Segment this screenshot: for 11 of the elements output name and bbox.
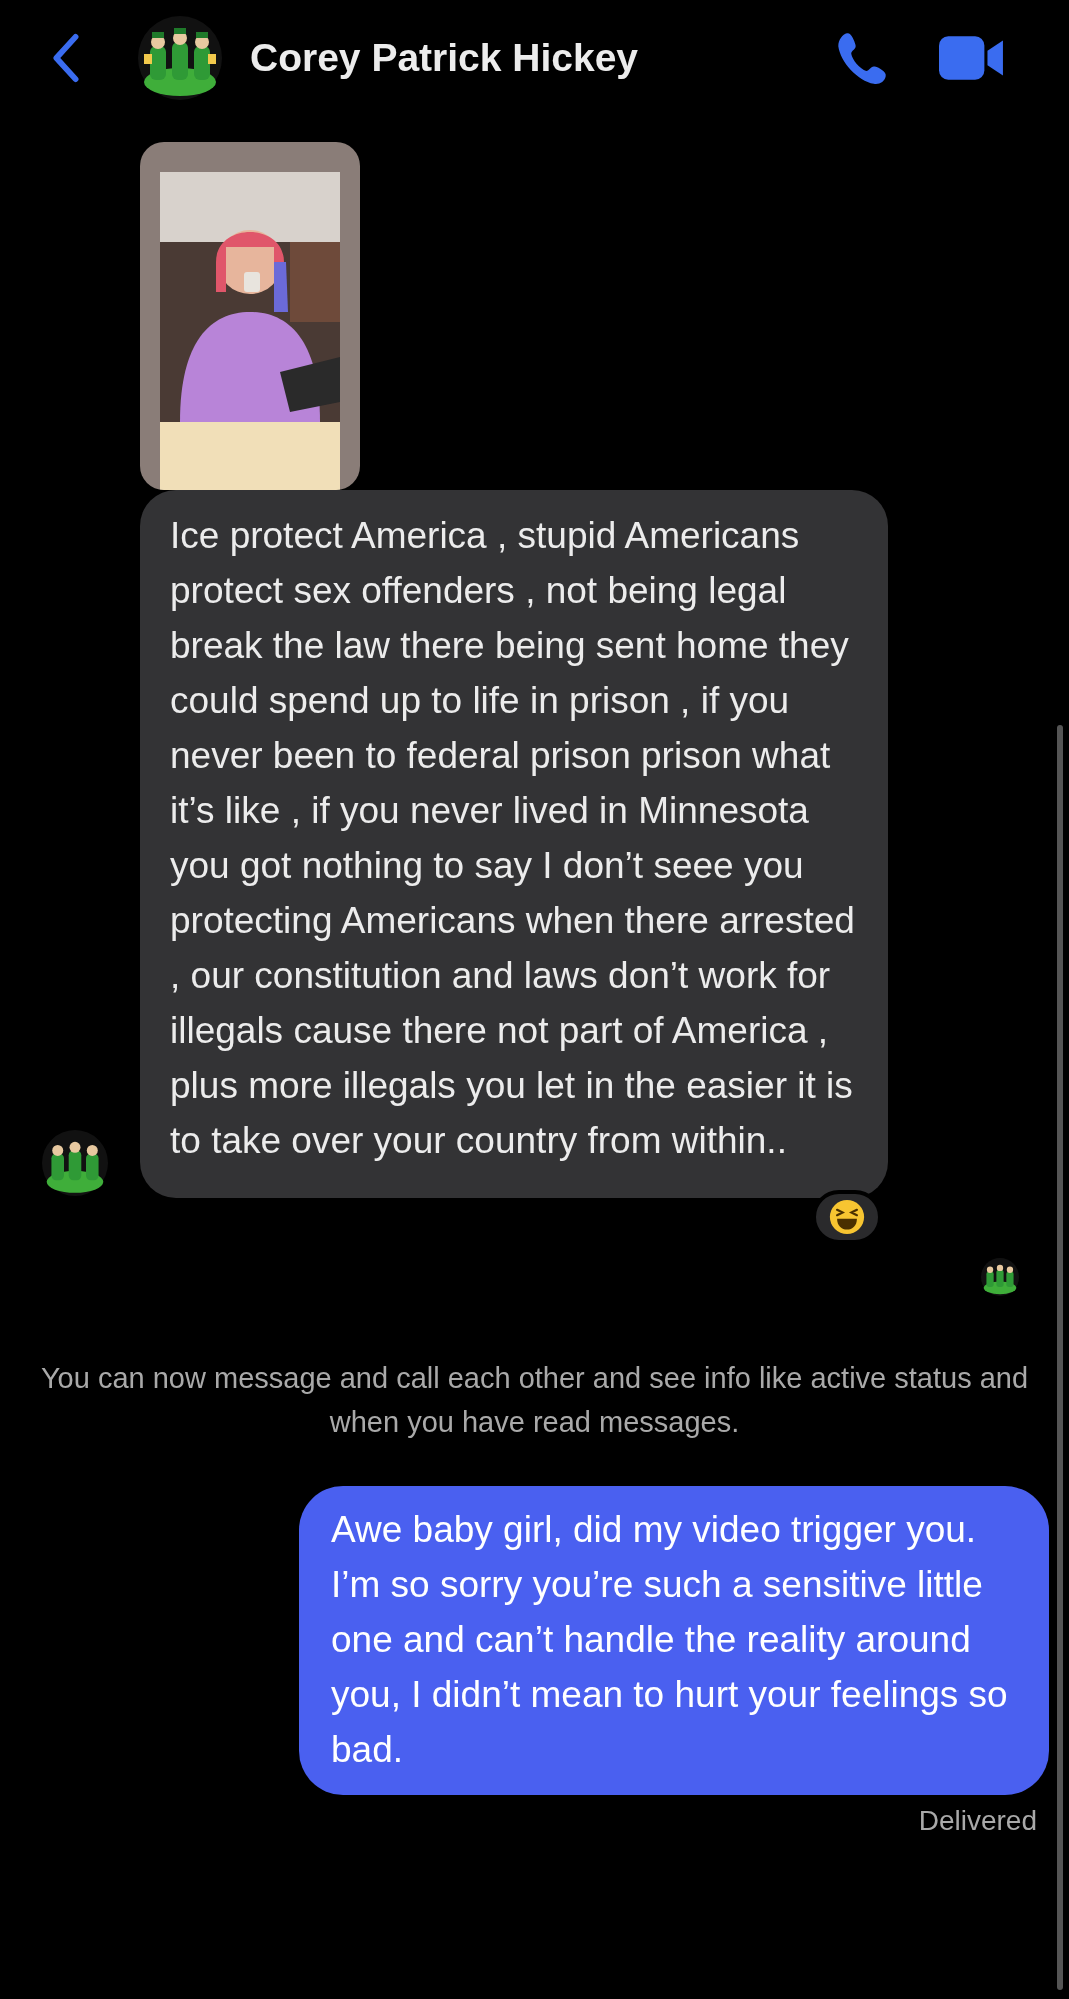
read-receipt-avatar <box>981 1258 1019 1296</box>
laughing-face-icon <box>829 1199 865 1235</box>
message-bubble[interactable]: Ice protect America , stupid Americans protect sex offenders , not being legal break the law there being sent home they could spend up to life in prison , if you never been to federal prison prison what it’s like , if you never lived in Minnesota you got nothing to say I don’t seee you protecting Americans when there arrested , our constitution and laws don’t work for illegals cause there not part of America , plus more illegals you let in the easier it is to take over your country from within.. <box>140 490 888 1198</box>
avatar[interactable] <box>138 15 222 100</box>
message-bubble[interactable]: Awe baby girl, did my video trigger you. I’m so sorry you’re such a sensitive little one and can’t handle the reality around you, I didn’t mean to hurt your feelings so bad. <box>299 1486 1049 1795</box>
video-call-icon[interactable] <box>939 35 1005 80</box>
contact-name[interactable]: Corey Patrick Hickey <box>250 35 639 80</box>
avatar[interactable] <box>42 1130 108 1196</box>
scrollbar[interactable] <box>1057 725 1063 1990</box>
system-notice: You can now message and call each other and see info like active status and when you have read messages. <box>40 1361 1029 1440</box>
delivery-status: Delivered <box>918 1805 1037 1837</box>
